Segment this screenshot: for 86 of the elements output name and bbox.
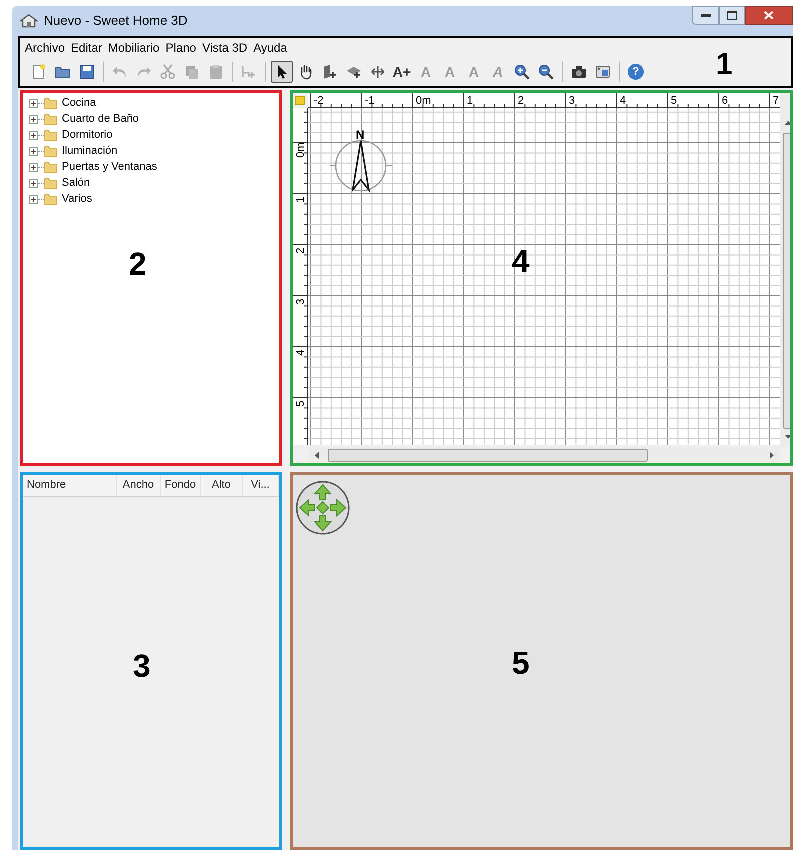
horizontal-scrollbar[interactable] [309, 447, 780, 463]
navigation-arrows-icon[interactable] [295, 480, 351, 536]
expand-icon[interactable] [29, 194, 38, 204]
app-logo-icon [20, 13, 38, 29]
ruler-label: 4 [620, 95, 626, 107]
compass-label: N [356, 128, 365, 142]
folder-icon [44, 192, 58, 206]
column-header[interactable]: Alto [201, 475, 243, 496]
scroll-thumb[interactable] [328, 448, 648, 462]
menu-item[interactable]: Editar [68, 39, 106, 57]
folder-icon [44, 144, 58, 158]
ruler-label: 7 [773, 95, 780, 107]
menu-item[interactable]: Archivo [22, 39, 68, 57]
ruler-label: 5 [295, 400, 307, 407]
zoom-in-icon [514, 64, 530, 80]
column-header[interactable]: Ancho [117, 475, 161, 496]
wall-plus-icon [322, 64, 338, 80]
toolbar-button[interactable] [271, 61, 293, 83]
maximize-icon [727, 11, 737, 20]
minimize-button[interactable] [692, 6, 719, 25]
compass-drawing [330, 140, 392, 193]
folder-icon [44, 160, 58, 174]
ruler-label: 0m [416, 95, 432, 107]
ruler-corner-icon [296, 96, 306, 106]
close-button[interactable] [745, 6, 793, 25]
annotation-number: 4 [512, 245, 530, 277]
expand-icon[interactable] [29, 114, 38, 124]
room-plus-icon [346, 64, 362, 80]
ruler-label: 2 [295, 248, 307, 254]
ruler-label: 3 [295, 298, 307, 305]
folder-icon [44, 176, 58, 190]
category-item[interactable]: Varios [62, 190, 92, 208]
expand-icon[interactable] [29, 178, 38, 188]
ruler-label: 2 [518, 95, 524, 107]
expand-icon[interactable] [29, 162, 38, 172]
column-header[interactable]: Fondo [161, 475, 201, 496]
camera-icon [571, 64, 587, 80]
ruler-label: 0m [295, 142, 307, 158]
ruler-label: 4 [295, 350, 307, 356]
clipboard-icon [208, 64, 224, 80]
category-item[interactable]: Dormitorio [62, 126, 113, 144]
dimension-icon [370, 64, 386, 80]
column-header[interactable]: Nombre [23, 475, 117, 496]
scroll-up-icon [784, 121, 790, 125]
ruler-label: -2 [314, 95, 324, 107]
ruler-label: 1 [295, 196, 307, 203]
annotation-number: 1 [716, 50, 733, 80]
annotation-number: 2 [129, 248, 147, 280]
video-camera-icon [595, 64, 611, 80]
zoom-out-icon [538, 64, 554, 80]
copy-icon [184, 64, 200, 80]
folder-icon [44, 96, 58, 110]
toolbar-button[interactable]: A+ [391, 61, 413, 83]
scroll-left-icon [315, 452, 319, 458]
folder-icon [44, 128, 58, 142]
expand-icon[interactable] [29, 98, 38, 108]
annotation-number: 3 [133, 650, 151, 682]
column-header[interactable]: Vi... [243, 475, 279, 496]
expand-icon[interactable] [29, 146, 38, 156]
close-icon [764, 11, 774, 20]
scroll-down-icon [784, 435, 790, 439]
category-item[interactable]: Cuarto de Baño [62, 110, 140, 128]
menu-item[interactable]: Vista 3D [199, 39, 251, 57]
window-title: Nuevo - Sweet Home 3D [44, 12, 188, 30]
ruler-label: 5 [671, 95, 678, 107]
category-item[interactable]: Puertas y Ventanas [62, 158, 158, 176]
folder-icon [44, 112, 58, 126]
annotation-number: 5 [512, 647, 530, 679]
minimize-icon [700, 14, 710, 18]
category-item[interactable]: Iluminación [62, 142, 118, 160]
category-item[interactable]: Salón [62, 174, 90, 192]
ruler-label: 6 [722, 95, 728, 107]
hand-icon [298, 64, 314, 80]
menu-item[interactable]: Mobiliario [105, 39, 163, 57]
category-item[interactable]: Cocina [62, 94, 96, 112]
document-icon [31, 64, 47, 80]
ruler-label: -1 [365, 95, 375, 107]
scissors-icon [160, 64, 176, 80]
ruler-label: 1 [467, 95, 474, 107]
maximize-button[interactable] [719, 6, 745, 25]
chair-plus-icon [241, 64, 257, 80]
menu-item[interactable]: Plano [162, 39, 200, 57]
expand-icon[interactable] [29, 130, 38, 140]
menu-item[interactable]: Ayuda [250, 39, 290, 57]
ruler-label: 3 [569, 95, 576, 107]
scroll-right-icon [770, 452, 774, 458]
